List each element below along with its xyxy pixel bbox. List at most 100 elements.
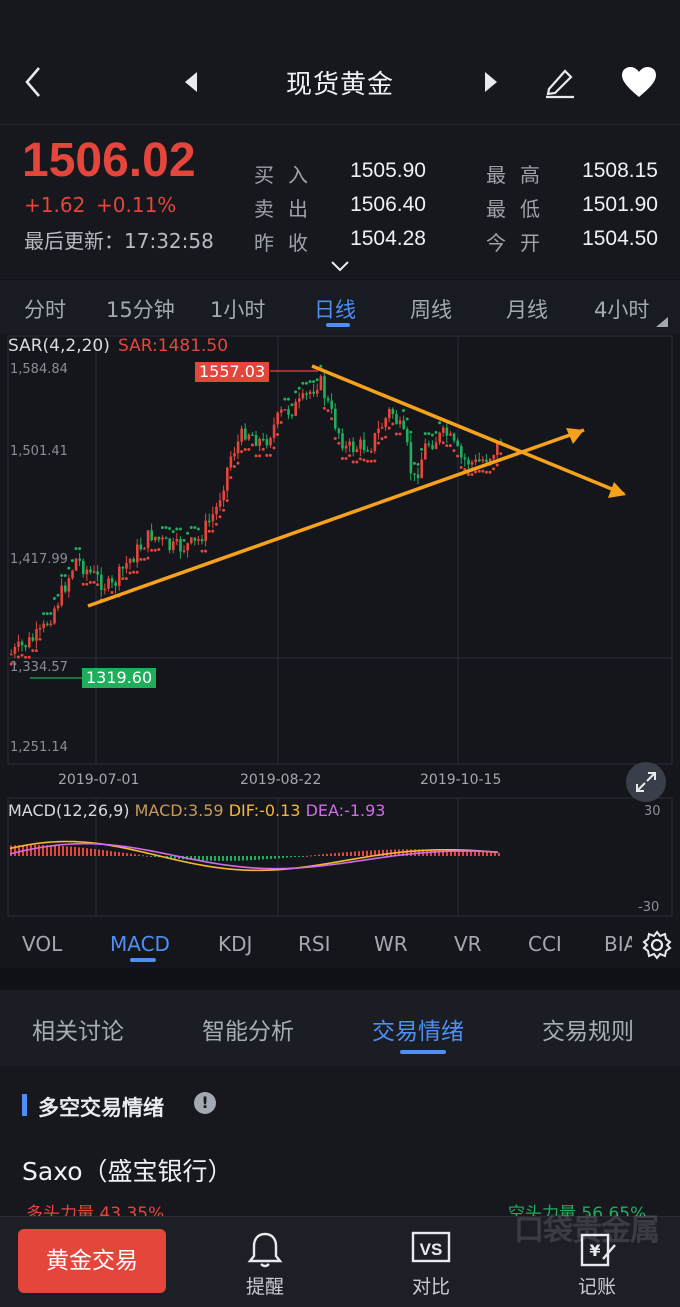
sar-dot <box>276 433 280 437</box>
sar-dot <box>420 447 424 451</box>
tab-period-daily[interactable]: 日线 <box>314 294 356 324</box>
sar-dot <box>250 443 254 447</box>
macd-title: MACD(12,26,9) <box>8 801 130 820</box>
macd-bar <box>270 856 272 859</box>
broker-name: Saxo（盛宝银行） <box>22 1157 233 1186</box>
tab-period-weekly[interactable]: 周线 <box>410 294 452 324</box>
candle <box>179 539 182 552</box>
sar-dot <box>193 525 197 529</box>
candle <box>308 391 312 394</box>
tab-indicator-cci[interactable]: CCI <box>528 932 562 956</box>
candle <box>190 537 193 544</box>
nav-alert[interactable]: 提醒 <box>210 1217 320 1307</box>
candle <box>71 570 74 579</box>
next-instrument-icon[interactable] <box>478 62 502 102</box>
sar-dot <box>376 441 380 445</box>
candle <box>218 500 222 507</box>
svg-text:VS: VS <box>420 1240 443 1259</box>
candle <box>280 409 283 413</box>
macd-bar <box>326 853 328 856</box>
macd-bar <box>78 847 80 856</box>
active-indicator-underline <box>130 958 156 962</box>
candle <box>10 653 13 656</box>
macd-bar <box>138 854 140 856</box>
sar-dot <box>67 566 71 570</box>
sar-dot <box>412 461 416 465</box>
gold-trade-button[interactable]: 黄金交易 <box>18 1229 166 1293</box>
sar-dot <box>466 472 470 476</box>
expand-icon <box>636 772 656 792</box>
sar-dot <box>351 460 355 464</box>
tab-indicator-bias[interactable]: BIA <box>604 932 632 956</box>
macd-tick-top: 30 <box>644 804 661 819</box>
sar-dot <box>142 557 146 561</box>
macd-bar <box>210 856 212 861</box>
sar-dot <box>70 559 74 563</box>
macd-bar <box>386 849 388 856</box>
sar-dot <box>452 449 456 453</box>
macd-bar <box>314 855 316 857</box>
sar-dot <box>438 421 442 425</box>
macd-bar <box>234 856 236 861</box>
macd-bar <box>310 855 312 857</box>
tab-indicator-macd[interactable]: MACD <box>110 932 170 956</box>
macd-bar <box>242 856 244 861</box>
tab-indicator-vol[interactable]: VOL <box>22 932 62 956</box>
low-label: 最低 <box>486 197 554 221</box>
tab-indicator-vr[interactable]: VR <box>454 932 482 956</box>
kline-chart-svg[interactable] <box>0 334 680 924</box>
sar-dot <box>200 549 204 553</box>
sar-dot <box>326 409 330 413</box>
candle <box>82 560 85 575</box>
macd-bar <box>58 845 60 856</box>
candle <box>290 414 294 417</box>
macd-bar <box>38 845 40 856</box>
tab-discussion[interactable]: 相关讨论 <box>32 1012 124 1046</box>
period-dropdown-icon[interactable] <box>656 312 668 331</box>
info-icon[interactable]: ! <box>194 1092 216 1114</box>
expand-chevron-icon[interactable] <box>330 257 350 276</box>
tab-period-4hour[interactable]: 4小时 <box>594 294 649 324</box>
tab-period-monthly[interactable]: 月线 <box>506 294 548 324</box>
last-update-label: 最后更新： <box>24 229 124 253</box>
macd-bar <box>302 856 304 857</box>
tab-indicator-wr[interactable]: WR <box>374 932 408 956</box>
macd-bar <box>478 851 480 856</box>
dif-value: DIF:-0.13 <box>228 801 301 820</box>
candle <box>373 433 377 451</box>
tab-period-1hour[interactable]: 1小时 <box>210 294 265 324</box>
candle <box>319 376 323 390</box>
candle <box>96 571 99 575</box>
tab-indicator-kdj[interactable]: KDJ <box>218 932 252 956</box>
tab-smart-analysis[interactable]: 智能分析 <box>202 1012 294 1046</box>
sar-dot <box>139 557 143 561</box>
sar-dot <box>34 649 38 653</box>
macd-bar <box>226 856 228 861</box>
nav-compare[interactable]: VS 对比 <box>376 1217 486 1307</box>
tab-period-15min[interactable]: 15分钟 <box>106 294 175 324</box>
tab-indicator-rsi[interactable]: RSI <box>298 932 331 956</box>
indicator-tabs: VOL MACD KDJ RSI WR VR CCI BIA <box>0 922 680 968</box>
tab-period-intraday[interactable]: 分时 <box>24 294 66 324</box>
bid-label: 买入 <box>254 163 322 187</box>
candle <box>384 418 387 428</box>
tab-trading-rules[interactable]: 交易规则 <box>542 1012 634 1046</box>
kline-chart-panel[interactable]: SAR(4,2,20) SAR:1481.50 1,584.84 1,501.4… <box>0 334 680 968</box>
edit-icon[interactable] <box>540 62 580 102</box>
last-update-time: 17:32:58 <box>124 229 214 253</box>
macd-bar <box>214 856 216 861</box>
macd-bar <box>106 850 108 856</box>
sentiment-title: 多空交易情绪 <box>38 1096 164 1120</box>
candle <box>100 574 103 590</box>
candle <box>352 441 355 452</box>
sar-dot <box>92 580 96 584</box>
favorite-heart-icon[interactable] <box>618 62 660 102</box>
settings-gear-icon[interactable] <box>642 930 672 964</box>
candle <box>67 578 71 592</box>
candle <box>103 588 107 591</box>
vs-compare-icon: VS <box>411 1231 451 1271</box>
tab-trading-sentiment[interactable]: 交易情绪 <box>372 1012 464 1046</box>
fullscreen-button[interactable] <box>626 762 666 802</box>
macd-bar <box>134 854 136 856</box>
sentiment-panel: 多空交易情绪 ! Saxo（盛宝银行） 多头力量 43.35% 空头力量 56.… <box>0 1066 680 1224</box>
